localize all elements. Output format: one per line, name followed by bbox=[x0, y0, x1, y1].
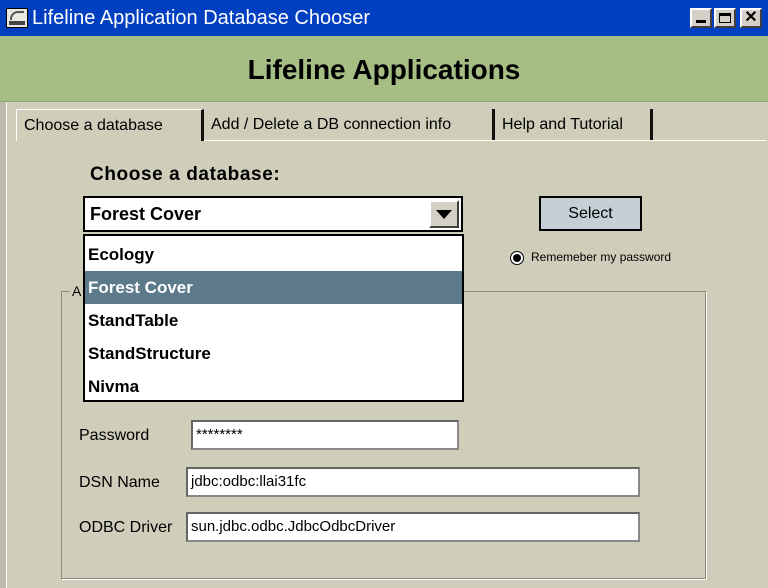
title-bar[interactable]: Lifeline Application Database Chooser ✕ bbox=[0, 0, 768, 36]
database-combo[interactable]: Forest Cover bbox=[83, 196, 463, 232]
connection-group-title: A bbox=[70, 283, 84, 299]
tab-help-tutorial[interactable]: Help and Tutorial bbox=[495, 109, 653, 141]
remember-password-radio[interactable] bbox=[510, 251, 524, 265]
tab-add-delete-connection[interactable]: Add / Delete a DB connection info bbox=[204, 109, 495, 141]
dropdown-option-forest-cover[interactable]: Forest Cover bbox=[85, 271, 462, 304]
dsn-name-label: DSN Name bbox=[79, 474, 160, 491]
password-field[interactable]: ******** bbox=[191, 420, 459, 450]
dropdown-option-ecology[interactable]: Ecology bbox=[85, 238, 462, 271]
maximize-icon bbox=[719, 13, 731, 23]
minimize-icon bbox=[696, 20, 706, 23]
banner: Lifeline Applications bbox=[0, 36, 768, 102]
choose-database-label: Choose a database: bbox=[90, 164, 281, 185]
database-dropdown-list[interactable]: Ecology Forest Cover StandTable StandStr… bbox=[83, 234, 464, 402]
dropdown-option-standtable[interactable]: StandTable bbox=[85, 304, 462, 337]
app-icon[interactable] bbox=[6, 8, 28, 28]
close-button[interactable]: ✕ bbox=[740, 8, 762, 28]
password-label: Password bbox=[79, 427, 150, 444]
odbc-driver-label: ODBC Driver bbox=[79, 519, 173, 536]
dropdown-option-nivma[interactable]: Nivma bbox=[85, 370, 462, 403]
tab-divider bbox=[204, 140, 766, 141]
banner-title: Lifeline Applications bbox=[247, 54, 521, 85]
window-title: Lifeline Application Database Chooser bbox=[32, 7, 370, 29]
dsn-name-field[interactable]: jdbc:odbc:llai31fc bbox=[186, 467, 640, 497]
dropdown-option-standstructure[interactable]: StandStructure bbox=[85, 337, 462, 370]
remember-password-label: Rememeber my password bbox=[531, 250, 672, 264]
odbc-driver-field[interactable]: sun.jdbc.odbc.JdbcOdbcDriver bbox=[186, 512, 640, 542]
close-icon: ✕ bbox=[744, 9, 758, 26]
tab-choose-database[interactable]: Choose a database bbox=[16, 109, 204, 141]
left-edge bbox=[0, 102, 7, 588]
database-combo-value: Forest Cover bbox=[90, 204, 202, 224]
select-button[interactable]: Select bbox=[539, 196, 642, 231]
minimize-button[interactable] bbox=[690, 8, 712, 28]
maximize-button[interactable] bbox=[714, 8, 736, 28]
dropdown-arrow-icon[interactable] bbox=[429, 200, 459, 228]
